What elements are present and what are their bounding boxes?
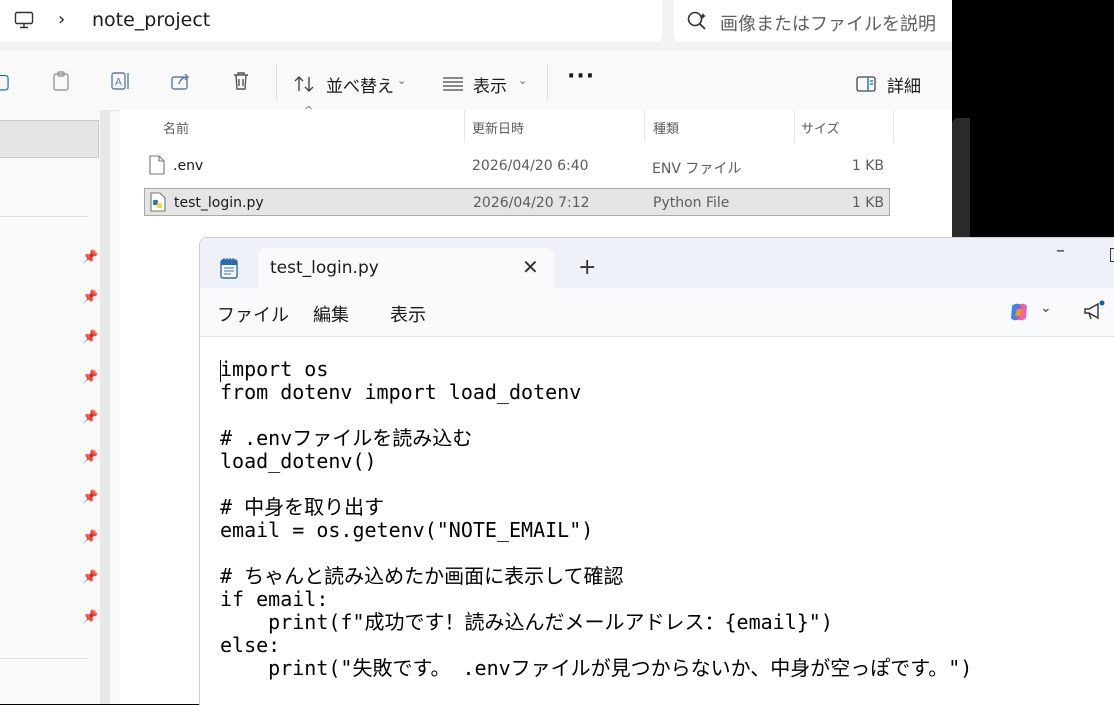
file-name: test_login.py bbox=[174, 195, 264, 211]
pin-icon: 📌 bbox=[82, 290, 99, 305]
desktop-background bbox=[952, 0, 1114, 240]
file-type: ENV ファイル bbox=[652, 161, 742, 177]
more-options-icon[interactable]: ··· bbox=[567, 64, 595, 89]
view-label: 表示 bbox=[473, 77, 507, 97]
table-row[interactable]: .env 2026/04/20 6:40 ENV ファイル 1 KB bbox=[144, 152, 890, 180]
chevron-down-icon[interactable]: ⌄ bbox=[1040, 300, 1052, 316]
nav-selected-item[interactable] bbox=[0, 120, 99, 158]
svg-text:A: A bbox=[115, 77, 122, 88]
address-folder-name[interactable]: note_project bbox=[92, 9, 210, 31]
chevron-down-icon: ⌄ bbox=[397, 74, 407, 87]
file-modified: 2026/04/20 7:12 bbox=[473, 195, 590, 211]
search-input[interactable]: 画像またはファイルを説明 bbox=[674, 0, 952, 42]
column-divider[interactable] bbox=[464, 110, 465, 142]
address-bar[interactable]: › note_project bbox=[0, 0, 662, 42]
pin-icon: 📌 bbox=[82, 450, 99, 465]
details-pane-icon bbox=[856, 76, 876, 92]
this-pc-icon bbox=[14, 11, 34, 29]
column-divider[interactable] bbox=[644, 110, 645, 142]
paste-icon[interactable] bbox=[50, 70, 72, 92]
command-bar: ▢ A 並べ替え ⌄ 表示 ⌄ ··· 詳細 bbox=[0, 52, 952, 111]
code-line: else: bbox=[220, 633, 281, 657]
close-tab-icon[interactable]: ✕ bbox=[522, 255, 539, 279]
copy-icon[interactable]: ▢ bbox=[0, 70, 12, 92]
notepad-menu-bar: ファイル 編集 表示 ⌄ bbox=[200, 288, 1114, 337]
menu-file[interactable]: ファイル bbox=[217, 301, 289, 327]
python-file-icon bbox=[150, 192, 166, 212]
notepad-app-icon bbox=[220, 258, 238, 279]
menu-view[interactable]: 表示 bbox=[390, 301, 426, 327]
background-window-edge bbox=[952, 118, 970, 240]
code-line: print("失敗です。 .envファイルが見つからないか、中身が空っぽです。"… bbox=[220, 656, 973, 680]
editor-text-area[interactable]: import os from dotenv import load_dotenv #… bbox=[220, 358, 972, 680]
toolbar-divider bbox=[276, 64, 277, 100]
menu-edit[interactable]: 編集 bbox=[313, 301, 349, 327]
file-size: 1 KB bbox=[851, 158, 884, 174]
code-line: import os bbox=[220, 357, 329, 381]
tab-test-login[interactable]: test_login.py ✕ bbox=[258, 248, 554, 288]
view-list-icon bbox=[443, 77, 463, 91]
pin-icon: 📌 bbox=[82, 410, 99, 425]
chevron-right-icon[interactable]: › bbox=[58, 9, 65, 30]
chevron-down-icon: ⌄ bbox=[518, 74, 528, 87]
pin-icon: 📌 bbox=[82, 370, 99, 385]
column-header-size[interactable]: サイズ bbox=[801, 118, 840, 137]
code-line: # .envファイルを読み込む bbox=[220, 426, 473, 450]
file-modified: 2026/04/20 6:40 bbox=[472, 158, 589, 174]
details-label: 詳細 bbox=[887, 77, 921, 97]
navigation-pane: 📌 📌 📌 📌 📌 📌 📌 📌 📌 📌 bbox=[0, 110, 110, 704]
copilot-icon[interactable] bbox=[1008, 302, 1030, 322]
nav-divider bbox=[0, 658, 88, 659]
code-line: email = os.getenv("NOTE_EMAIL") bbox=[220, 518, 594, 542]
notepad-window: test_login.py ✕ + – ファイル 編集 表示 ⌄ import … bbox=[199, 237, 1114, 705]
toolbar-divider bbox=[547, 64, 548, 100]
rename-icon[interactable]: A bbox=[110, 70, 132, 92]
address-bar-area: › note_project 画像またはファイルを説明 bbox=[0, 0, 952, 50]
column-divider[interactable] bbox=[794, 110, 795, 142]
pin-icon: 📌 bbox=[82, 330, 99, 345]
minimize-icon[interactable]: – bbox=[1056, 240, 1065, 261]
notepad-tab-bar: test_login.py ✕ + – bbox=[200, 238, 1114, 288]
sort-ascending-icon: ^ bbox=[304, 104, 314, 117]
new-tab-icon[interactable]: + bbox=[578, 255, 596, 280]
code-line: # ちゃんと読み込めたか画面に表示して確認 bbox=[220, 564, 624, 588]
delete-icon[interactable] bbox=[230, 70, 252, 92]
pin-icon: 📌 bbox=[82, 530, 99, 545]
sort-icon bbox=[294, 76, 314, 92]
code-line: # 中身を取り出す bbox=[220, 495, 385, 519]
code-line: from dotenv import load_dotenv bbox=[220, 380, 582, 404]
file-icon bbox=[149, 155, 165, 175]
code-line: if email: bbox=[220, 587, 329, 611]
pin-icon: 📌 bbox=[82, 490, 99, 505]
sort-label: 並べ替え bbox=[326, 77, 394, 97]
column-divider[interactable] bbox=[893, 110, 894, 142]
pin-icon: 📌 bbox=[82, 610, 99, 625]
code-line: print(f"成功です！読み込んだメールアドレス：{email}") bbox=[220, 610, 833, 634]
pin-icon: 📌 bbox=[82, 250, 99, 265]
nav-divider bbox=[0, 216, 88, 217]
code-line: load_dotenv() bbox=[220, 449, 377, 473]
column-header-name[interactable]: 名前 bbox=[163, 118, 189, 137]
column-header-modified[interactable]: 更新日時 bbox=[472, 118, 524, 137]
search-icon bbox=[687, 11, 706, 30]
pin-icon: 📌 bbox=[82, 570, 99, 585]
file-size: 1 KB bbox=[851, 195, 884, 211]
feedback-megaphone-icon[interactable] bbox=[1082, 300, 1106, 322]
share-icon[interactable] bbox=[170, 70, 192, 92]
maximize-icon[interactable] bbox=[1110, 248, 1114, 262]
tab-title: test_login.py bbox=[270, 258, 379, 278]
nav-scrollbar[interactable] bbox=[100, 110, 110, 704]
search-placeholder: 画像またはファイルを説明 bbox=[720, 14, 936, 35]
column-header-type[interactable]: 種類 bbox=[653, 118, 679, 137]
table-row-selected[interactable]: test_login.py 2026/04/20 7:12 Python Fil… bbox=[144, 188, 890, 216]
file-type: Python File bbox=[653, 195, 730, 211]
file-name: .env bbox=[173, 158, 204, 174]
